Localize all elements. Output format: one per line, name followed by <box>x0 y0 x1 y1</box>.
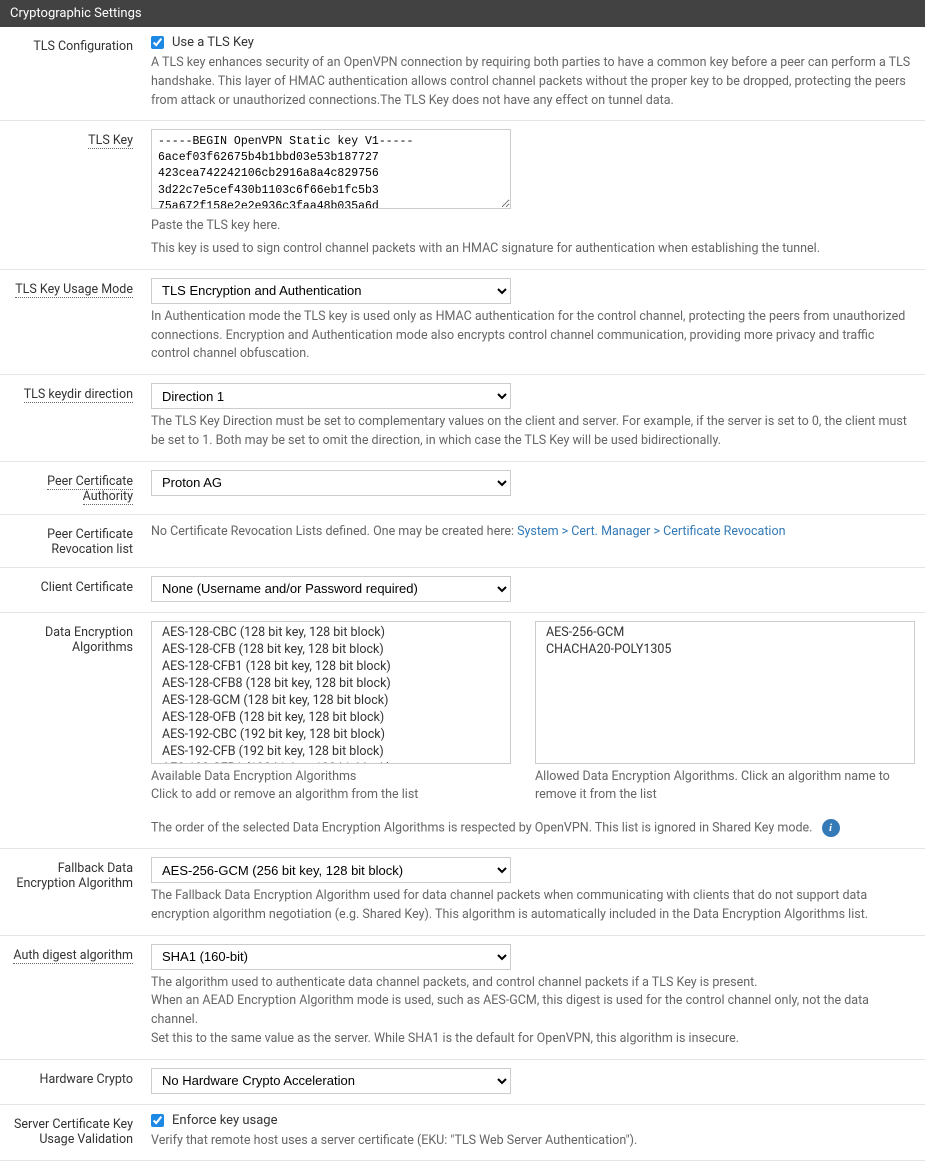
label-peer-crl: Peer Certificate Revocation list <box>0 523 145 557</box>
help-order-note: The order of the selected Data Encryptio… <box>151 820 812 835</box>
row-auth-digest: Auth digest algorithm SHA1 (160-bit) The… <box>0 936 925 1060</box>
select-tls-usage-mode[interactable]: TLS Encryption and Authentication <box>151 278 511 304</box>
list-item[interactable]: AES-128-CFB8 (128 bit key, 128 bit block… <box>152 675 510 692</box>
link-cert-manager[interactable]: System > Cert. Manager > Certificate Rev… <box>517 524 785 539</box>
panel-title: Cryptographic Settings <box>10 6 142 21</box>
select-auth-digest[interactable]: SHA1 (160-bit) <box>151 944 511 970</box>
label-tls-key: TLS Key <box>0 129 145 259</box>
row-data-enc: Data Encryption Algorithms AES-128-CBC (… <box>0 613 925 850</box>
label-fallback: Fallback Data Encryption Algorithm <box>0 857 145 925</box>
select-peer-ca[interactable]: Proton AG <box>151 470 511 496</box>
checkbox-enforce-key-usage[interactable] <box>151 1114 164 1127</box>
panel-header: Cryptographic Settings <box>0 0 925 27</box>
label-tls-usage-mode: TLS Key Usage Mode <box>0 278 145 364</box>
row-tls-key: TLS Key -----BEGIN OpenVPN Static key V1… <box>0 121 925 270</box>
row-client-cert: Client Certificate None (Username and/or… <box>0 568 925 613</box>
help-fallback: The Fallback Data Encryption Algorithm u… <box>151 887 915 925</box>
label-data-enc: Data Encryption Algorithms <box>0 621 145 839</box>
label-tls-keydir: TLS keydir direction <box>0 383 145 451</box>
help-tls-keydir: The TLS Key Direction must be set to com… <box>151 413 915 451</box>
row-tls-keydir: TLS keydir direction Direction 1 The TLS… <box>0 375 925 462</box>
label-peer-ca: Peer Certificate Authority <box>0 470 145 504</box>
textarea-tls-key[interactable]: -----BEGIN OpenVPN Static key V1----- 6a… <box>151 129 511 209</box>
row-peer-crl: Peer Certificate Revocation list No Cert… <box>0 515 925 568</box>
list-item[interactable]: CHACHA20-POLY1305 <box>536 641 914 658</box>
help-allowed: Allowed Data Encryption Algorithms. Clic… <box>535 768 915 806</box>
list-item[interactable]: AES-128-OFB (128 bit key, 128 bit block) <box>152 709 510 726</box>
help-auth-digest-1: The algorithm used to authenticate data … <box>151 974 915 993</box>
label-client-cert: Client Certificate <box>0 576 145 602</box>
help-auth-digest-3: Set this to the same value as the server… <box>151 1030 915 1049</box>
list-item[interactable]: AES-192-CBC (192 bit key, 128 bit block) <box>152 726 510 743</box>
help-server-cert-key: Verify that remote host uses a server ce… <box>151 1132 915 1151</box>
label-hw-crypto: Hardware Crypto <box>0 1068 145 1094</box>
list-item[interactable]: AES-128-GCM (128 bit key, 128 bit block) <box>152 692 510 709</box>
list-item[interactable]: AES-192-CFB1 (192 bit key, 128 bit block… <box>152 760 510 764</box>
help-peer-crl-prefix: No Certificate Revocation Lists defined.… <box>151 524 517 539</box>
help-tls-configuration: A TLS key enhances security of an OpenVP… <box>151 54 915 110</box>
listbox-available-algorithms[interactable]: AES-128-CBC (128 bit key, 128 bit block)… <box>151 621 511 764</box>
listbox-allowed-algorithms[interactable]: AES-256-GCMCHACHA20-POLY1305 <box>535 621 915 764</box>
list-item[interactable]: AES-128-CFB (128 bit key, 128 bit block) <box>152 641 510 658</box>
list-item[interactable]: AES-128-CFB1 (128 bit key, 128 bit block… <box>152 658 510 675</box>
list-item[interactable]: AES-256-GCM <box>536 624 914 641</box>
select-fallback[interactable]: AES-256-GCM (256 bit key, 128 bit block) <box>151 857 511 883</box>
checkbox-label-enforce-key-usage: Enforce key usage <box>172 1113 278 1128</box>
label-tls-configuration: TLS Configuration <box>0 35 145 110</box>
row-peer-ca: Peer Certificate Authority Proton AG <box>0 462 925 515</box>
select-client-cert[interactable]: None (Username and/or Password required) <box>151 576 511 602</box>
row-tls-usage-mode: TLS Key Usage Mode TLS Encryption and Au… <box>0 270 925 375</box>
row-hw-crypto: Hardware Crypto No Hardware Crypto Accel… <box>0 1060 925 1105</box>
info-icon[interactable]: i <box>822 819 840 837</box>
label-auth-digest: Auth digest algorithm <box>0 944 145 1049</box>
list-item[interactable]: AES-192-CFB (192 bit key, 128 bit block) <box>152 743 510 760</box>
checkbox-label-use-tls-key: Use a TLS Key <box>172 35 254 50</box>
help-auth-digest-2: When an AEAD Encryption Algorithm mode i… <box>151 992 915 1030</box>
help-tls-key-1: Paste the TLS key here. <box>151 217 915 236</box>
help-tls-usage-mode: In Authentication mode the TLS key is us… <box>151 308 915 364</box>
select-tls-keydir[interactable]: Direction 1 <box>151 383 511 409</box>
select-hw-crypto[interactable]: No Hardware Crypto Acceleration <box>151 1068 511 1094</box>
help-tls-key-2: This key is used to sign control channel… <box>151 240 915 259</box>
help-available-2: Click to add or remove an algorithm from… <box>151 786 511 805</box>
row-fallback: Fallback Data Encryption Algorithm AES-2… <box>0 849 925 936</box>
checkbox-use-tls-key[interactable] <box>151 36 164 49</box>
help-available-1: Available Data Encryption Algorithms <box>151 768 511 787</box>
label-server-cert-key: Server Certificate Key Usage Validation <box>0 1113 145 1151</box>
row-tls-configuration: TLS Configuration Use a TLS Key A TLS ke… <box>0 27 925 121</box>
row-server-cert-key: Server Certificate Key Usage Validation … <box>0 1105 925 1161</box>
list-item[interactable]: AES-128-CBC (128 bit key, 128 bit block) <box>152 624 510 641</box>
